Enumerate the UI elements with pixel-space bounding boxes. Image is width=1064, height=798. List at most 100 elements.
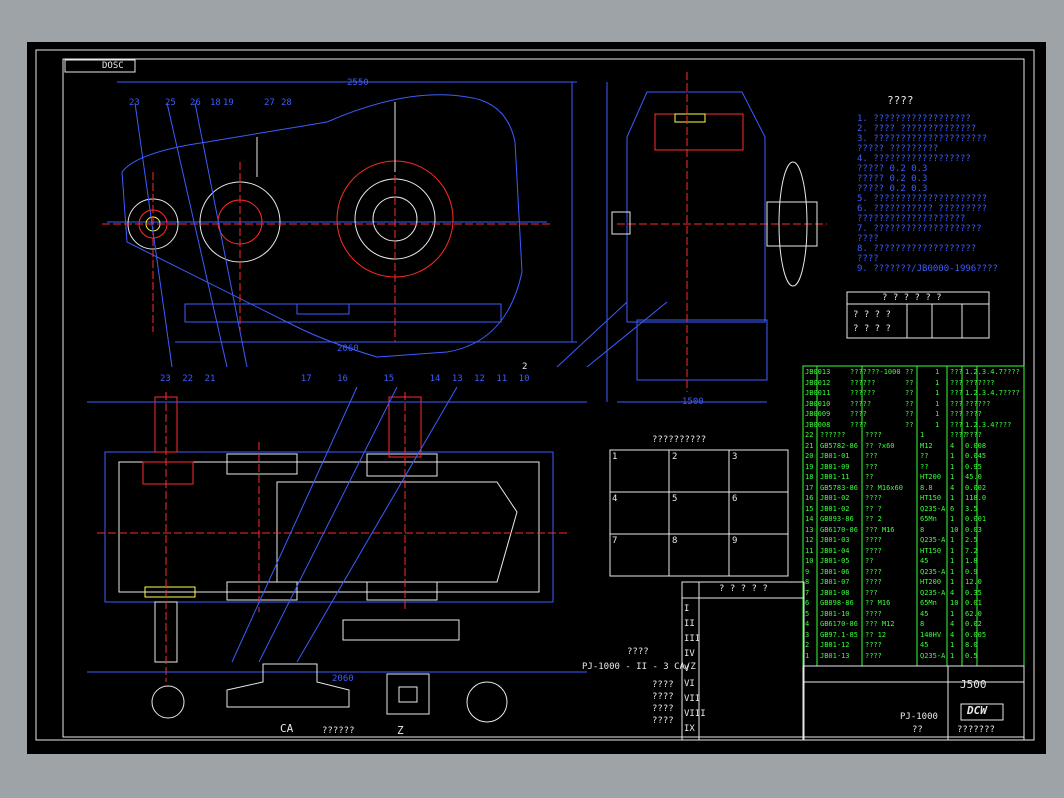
callout-b-13: 13 [451, 374, 463, 384]
table-row: 20 JB01-01????? 1 0.045 [805, 452, 987, 460]
table-row: JB0010??????? 1????????? [805, 399, 991, 408]
note-line: 5. ????????????????????? [857, 194, 988, 204]
ratio-row: VII [684, 694, 701, 704]
table-row: 12 JB01-03???? Q235-A 1 2.5 [805, 536, 978, 544]
callout-27: 27 [264, 98, 275, 108]
table-row: 10 JB01-05?? 45 1 1.8 [805, 557, 978, 565]
asm-8: 8 [672, 536, 678, 546]
spec-row-1: ? ? ? ? [853, 310, 891, 320]
callout-b-10: 10 [518, 374, 530, 384]
table-row: JB0011???????? 1??? 1.2.3.4.7???? [805, 389, 1020, 397]
brand-caption: ??????? [957, 725, 995, 735]
note-line: 1. ?????????????????? [857, 114, 971, 124]
ratio-row: IX [684, 724, 695, 734]
asm-2: 2 [672, 452, 678, 462]
table-row: 22?????????? 1???????? [805, 431, 982, 439]
marking-code: PJ-1000 - II - 3 CA/Z [582, 662, 696, 672]
aux-views [151, 663, 508, 723]
bom-rows: JB0013 ???????-1000?? 1??? 1.2.3.4.7???? JB… [805, 368, 1020, 662]
assembly-grid [609, 449, 789, 577]
top-tag: DOSC [102, 61, 124, 71]
callout-25: 25 [165, 98, 176, 108]
note-line: 2. ???? ?????????????? [857, 124, 977, 134]
note-line: 9. ???????/JB0000-1996???? [857, 264, 998, 274]
table-row: 4 GB6170-86??? M12 8 4 0.02 [805, 620, 982, 628]
table-row: 19 JB01-09????? 1 0.95 [805, 462, 982, 471]
callout-b-21: 21 [204, 374, 216, 384]
drawing-title-caption: ?? [912, 725, 923, 735]
note-line: ????? ????????? [857, 144, 939, 154]
callout-28: 28 [281, 98, 292, 108]
top-tag-box [64, 59, 136, 73]
callout-b-16: 16 [337, 374, 348, 384]
spec-title: ? ? ? ? ? ? [882, 293, 942, 303]
ratio-title: ? ? ? ? ? [719, 584, 768, 594]
marking-item: ???? [652, 704, 674, 714]
ratio-row: VIII [684, 709, 706, 719]
table-row: 14 GB893-86?? 2 65Mn 1 0.001 [805, 515, 987, 523]
asm-1: 1 [612, 452, 618, 462]
callout-b-17: 17 [300, 374, 312, 384]
table-row: JB0012???????? 1?????????? [805, 378, 995, 387]
assembly-title: ?????????? [652, 435, 707, 445]
note-line: 8. ??????????????????? [857, 244, 977, 254]
marking-item: ???? [652, 692, 674, 702]
table-row: 9 JB01-06???? Q235-A 1 0.9 [805, 567, 978, 576]
front-view [102, 81, 577, 358]
asm-7: 7 [612, 536, 618, 546]
dim-d1: 2550 [347, 78, 369, 88]
notes-title: ???? [887, 94, 914, 107]
note-line: ???? [857, 234, 879, 244]
callout-18: 18 [210, 98, 221, 108]
ratio-row: VI [684, 679, 695, 689]
asm-6: 6 [732, 494, 738, 504]
table-row: 6 GB898-86?? M16 65Mn 10 0.01 [805, 599, 982, 607]
asm-5: 5 [672, 494, 678, 504]
note-line: ????? 0.2 0.3 [857, 174, 928, 184]
marking-title: ???? [627, 647, 649, 657]
ratio-row: III [684, 634, 701, 644]
model-code: J500 [960, 678, 987, 691]
callout-b-12: 12 [474, 374, 485, 384]
callout-26: 26 [190, 98, 201, 108]
table-row: 17 GB5783-86?? M16x60 8.8 4 0.002 [805, 483, 987, 492]
note-line: 4. ?????????????????? [857, 154, 971, 164]
view-label-z: Z [397, 724, 404, 737]
asm-4: 4 [612, 494, 618, 504]
callout-b-15: 15 [383, 374, 395, 384]
callout-b-22: 22 [182, 374, 194, 384]
table-row: 7 JB01-08??? Q235-A 4 0.35 [805, 588, 982, 597]
note-line: ???? [857, 254, 879, 264]
bottom-callouts: 23 22 21 17 16 15 14 13 12 11 10 [160, 374, 530, 384]
table-row: 16 JB01-02???? HT150 1 118.0 [805, 494, 987, 502]
table-row: 2 JB01-12???? 45 1 8.0 [805, 641, 978, 649]
dim-d2: 2060 [337, 344, 359, 354]
dim-d3: 1500 [682, 397, 704, 407]
note-line: ????? 0.2 0.3 [857, 164, 928, 174]
ratio-row: IV [684, 649, 695, 659]
callout-b-23: 23 [160, 374, 171, 384]
note-line: ???????????????????? [857, 214, 966, 224]
view-label-ca-caption: ?????? [322, 726, 355, 736]
dim-d5: 2060 [332, 674, 354, 684]
table-row: JB0013 ???????-1000?? 1??? 1.2.3.4.7???? [805, 368, 1020, 376]
table-row: JB0008?????? 1??? 1.2.3.4???? [805, 420, 1012, 429]
side-view [606, 72, 827, 403]
ratio-row: I [684, 604, 690, 614]
note-line: 3. ????????????????????? [857, 134, 988, 144]
note-line: 7. ???????????????????? [857, 224, 982, 234]
asm-9: 9 [732, 536, 738, 546]
view-label-ca: CA [280, 722, 294, 735]
table-row: 13 GB6170-86??? M16 8 10 0.03 [805, 525, 982, 534]
table-row: 11 JB01-04???? HT150 1 7.2 [805, 546, 978, 555]
cad-viewport[interactable]: DOSC 2 23 25 26 18 1 9 27 28 2550 2060 15… [27, 42, 1046, 754]
marking-item: ???? [652, 680, 674, 690]
table-row: 1 JB01-13???? Q235-A 1 0.5 [805, 651, 978, 660]
asm-3: 3 [732, 452, 738, 462]
marking-item: ???? [652, 716, 674, 726]
table-row: JB0009?????? 1??????? [805, 410, 982, 418]
notes-list: 1. ?????????????????? 2. ???? ??????????… [857, 114, 998, 274]
table-row: 18 JB01-11?? HT200 1 45.0 [805, 473, 982, 481]
ratio-row: II [684, 619, 695, 629]
brand-logo: DCW [967, 704, 987, 717]
